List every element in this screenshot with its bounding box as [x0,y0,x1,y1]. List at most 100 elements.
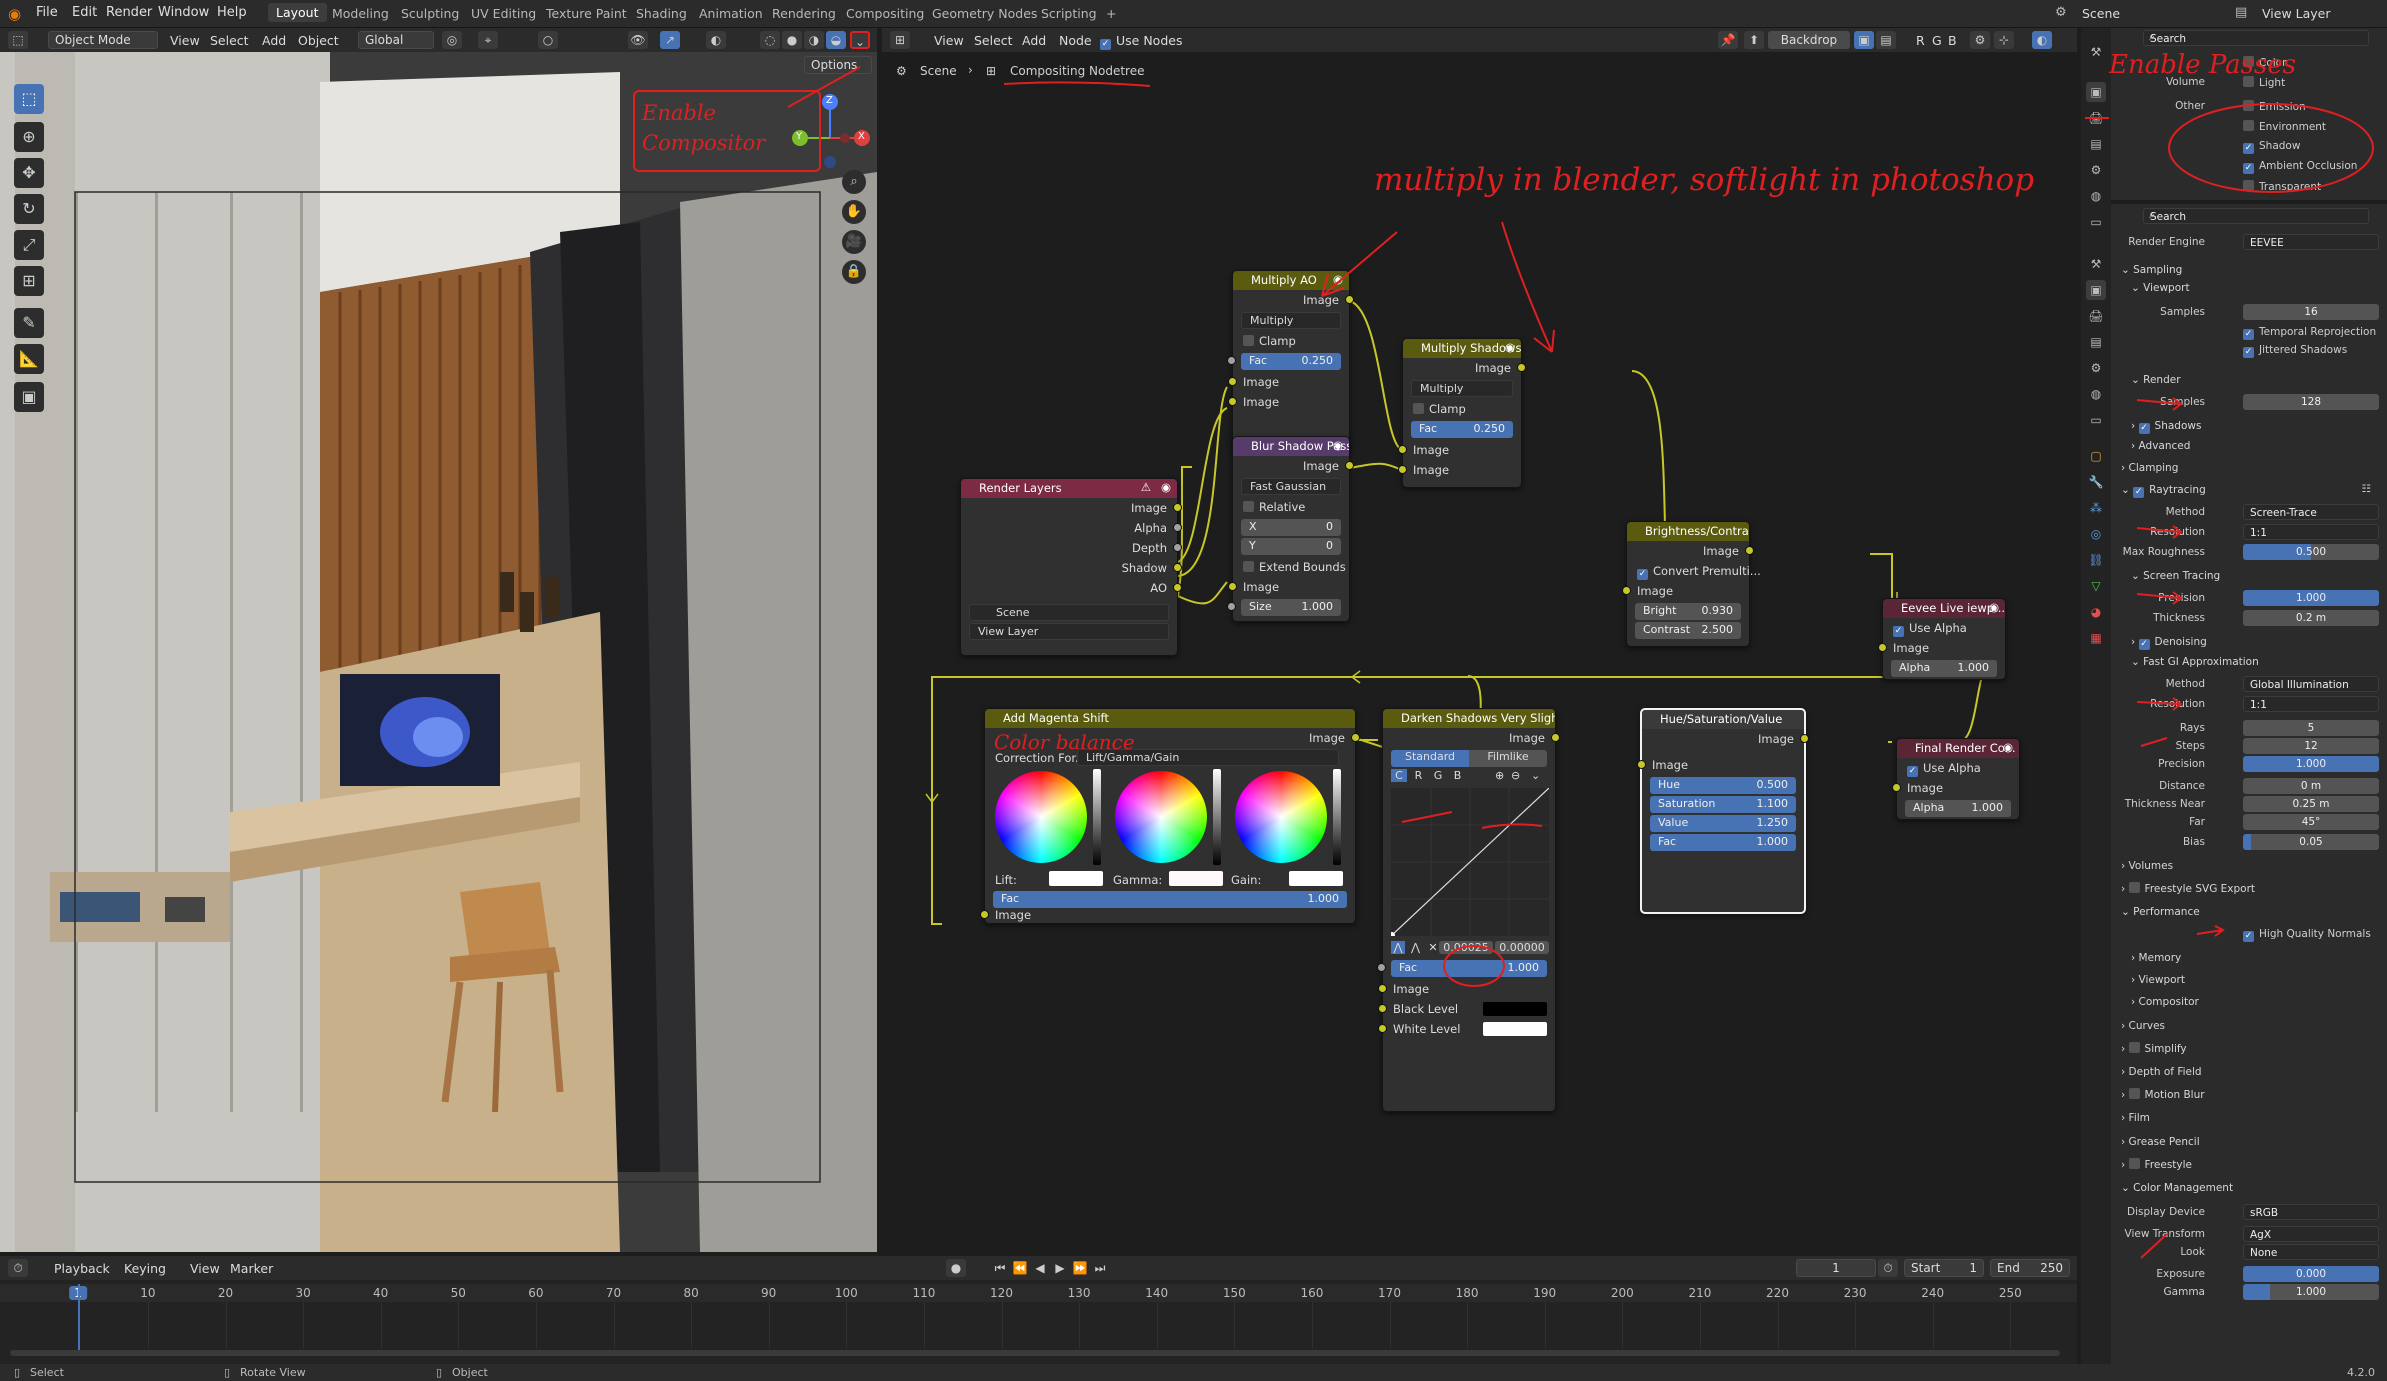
pivot-icon[interactable]: ◎ [442,31,462,49]
viewport-menu-view[interactable]: View [170,33,200,48]
constraints-tab-icon[interactable]: ⛓ [2086,550,2106,570]
node-header[interactable]: Darken Shadows Very Slightly [1383,709,1555,728]
alpha-field[interactable]: Alpha 1.000 [1891,660,1997,677]
contrast-field[interactable]: Contrast 2.500 [1635,622,1741,639]
select-box-tool[interactable]: ⬚ [14,84,44,114]
3d-viewport[interactable]: ⬚ ⊕ ✥ ↻ ⤢ ⊞ ✎ 📐 ▣ Options Z X Y ⌕ ✋ 🎥 🔒 … [0,52,877,1252]
output-tab-icon-2[interactable]: 🖨 [2086,306,2106,326]
view-layer-tab-icon-2[interactable]: ▤ [2086,332,2106,352]
timeline-scrollbar[interactable] [10,1350,2060,1356]
socket-output[interactable] [1173,563,1182,572]
scene-tab-icon-2[interactable]: ⚙ [2086,358,2106,378]
overlay-icon[interactable]: ◐ [706,31,726,49]
color-wheel-gain[interactable] [1235,771,1327,863]
scale-tool[interactable]: ⤢ [14,230,44,260]
frame-start[interactable]: Start 1 [1904,1259,1984,1277]
play-reverse-icon[interactable]: ◀ [1030,1259,1050,1277]
gain-value-slider[interactable] [1333,769,1341,865]
backdrop-button[interactable]: Backdrop [1768,31,1850,49]
clamp-checkbox[interactable]: Clamp [1403,399,1521,419]
extend-bounds-checkbox[interactable]: Extend Bounds [1233,557,1349,577]
lift-swatch[interactable] [1049,871,1103,886]
backdrop-settings-icon[interactable]: ⚙ [1970,31,1990,49]
channel-b[interactable]: B [1948,33,1957,48]
blur-type-dropdown[interactable]: Fast Gaussian [1241,478,1341,495]
jump-end-icon[interactable]: ⏭ [1090,1259,1110,1277]
viewport-menu-object[interactable]: Object [298,33,339,48]
white-level-swatch[interactable] [1483,1022,1547,1036]
socket-output[interactable] [1173,583,1182,592]
node-brightness-contrast[interactable]: Brightness/Contrast Image ✓ Convert Premu… [1622,521,1761,647]
camera-icon[interactable]: 🎥 [842,230,866,254]
node-preview-icon[interactable]: ◉ [2003,740,2013,754]
tab-geometry-nodes[interactable]: Geometry Nodes [932,6,1037,21]
use-nodes-checkbox[interactable]: ✓ Use Nodes [1100,33,1182,50]
socket-output[interactable] [1351,733,1360,742]
node-composite[interactable]: Final Render Co... ◉ ✓ Use Alpha Image Alp… [1892,738,2020,820]
color-wheel-lift[interactable] [995,771,1087,863]
frame-end[interactable]: End 250 [1990,1259,2070,1277]
blend-mode-dropdown[interactable]: Multiply [1411,380,1513,397]
breadcrumb-scene[interactable]: Scene [920,64,957,78]
shading-rendered-icon[interactable]: ◒ [826,31,846,49]
breadcrumb-nodetree[interactable]: Compositing Nodetree [1010,64,1145,78]
play-icon[interactable]: ▶ [1050,1259,1070,1277]
node-header[interactable]: Final Render Co... ◉ [1897,739,2019,758]
shading-material-icon[interactable]: ◑ [804,31,824,49]
timeline-menu-marker[interactable]: Marker [230,1261,273,1276]
tool-tab-icon-2[interactable]: ⚒ [2086,254,2106,274]
particles-tab-icon[interactable]: ⁂ [2086,498,2106,518]
render-tab-icon-2[interactable]: ▣ [2086,280,2106,300]
tab-texture-paint[interactable]: Texture Paint [546,6,627,21]
preview-range-icon[interactable]: ⏱ [1878,1259,1898,1277]
view-layer-field[interactable]: View Layer [969,623,1169,640]
parent-icon[interactable]: ⬆ [1744,31,1764,49]
socket-input[interactable] [1227,356,1236,365]
transform-tool[interactable]: ⊞ [14,266,44,296]
socket-input[interactable] [1228,377,1237,386]
current-frame[interactable]: 1 [1796,1259,1876,1277]
socket-input[interactable] [1398,445,1407,454]
tool-tab-icon[interactable]: ⚒ [2086,42,2106,62]
channel-r[interactable]: R [1916,33,1925,48]
playhead[interactable] [78,1284,80,1352]
rotate-tool[interactable]: ↻ [14,194,44,224]
mode-selector[interactable]: Object Mode [48,31,158,49]
socket-output[interactable] [1173,523,1182,532]
proportional-icon[interactable]: ○ [538,31,558,49]
transform-orientation[interactable]: Global [358,31,434,49]
node-header[interactable]: Eevee Live iewp... ◉ [1883,599,2005,618]
texture-tab-icon[interactable]: ▦ [2086,628,2106,648]
object-tab-icon[interactable]: ▢ [2086,446,2106,466]
node-viewer[interactable]: Eevee Live iewp... ◉ ✓ Use Alpha Image Alp… [1878,598,2006,680]
socket-output[interactable] [1173,503,1182,512]
timeline-editor-icon[interactable]: ⏱ [8,1259,28,1277]
backdrop-alpha-icon[interactable]: ▤ [1876,31,1896,49]
timeline-menu-playback[interactable]: Playback [54,1261,110,1276]
tab-animation[interactable]: Animation [699,6,763,21]
next-key-icon[interactable]: ⏩ [1070,1259,1090,1277]
timeline-menu-keying[interactable]: Keying [124,1261,166,1276]
channel-g[interactable]: G [1932,33,1942,48]
node-preview-icon[interactable]: ◉ [1989,600,1999,614]
fac-slider[interactable]: Fac 1.000 [1650,834,1796,851]
menu-window[interactable]: Window [158,5,209,20]
fac-slider[interactable]: Fac 1.000 [993,891,1347,908]
backdrop-mode-icon[interactable]: ▣ [1854,31,1874,49]
node-header[interactable]: Add Magenta Shift [985,709,1355,728]
data-tab-icon[interactable]: ▽ [2086,576,2106,596]
blur-x-field[interactable]: X0 [1241,519,1341,536]
jump-start-icon[interactable]: ⏮ [990,1259,1010,1277]
node-header[interactable]: Render Layers ⚠ ◉ [961,479,1177,498]
gizmo-icon[interactable]: ↗ [660,31,680,49]
node-header[interactable]: Hue/Saturation/Value [1642,710,1804,729]
menu-help[interactable]: Help [217,5,247,20]
socket-input[interactable] [1878,643,1887,652]
shading-dropdown-icon[interactable]: ⌄ [850,31,870,49]
node-menu-view[interactable]: View [934,33,964,48]
node-overlay-icon[interactable]: ◐ [2032,31,2052,49]
timeline-menu-view[interactable]: View [190,1261,220,1276]
socket-output[interactable] [1173,543,1182,552]
scene-selector[interactable]: Scene [2082,6,2120,21]
gain-swatch[interactable] [1289,871,1343,886]
